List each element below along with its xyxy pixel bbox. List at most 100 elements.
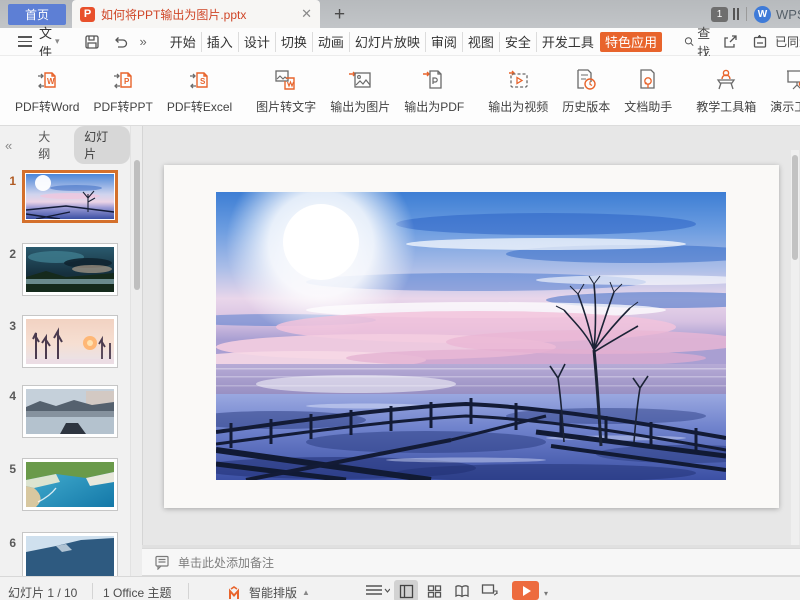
image-to-text-button[interactable]: 图片转文字 [249, 60, 323, 122]
teaching-toolbox-icon [713, 67, 739, 93]
history-version-button[interactable]: 历史版本 [555, 60, 617, 122]
notes-toggle-button[interactable] [364, 582, 390, 600]
pdf-to-word-button[interactable]: W PDF转Word [8, 60, 86, 122]
slideshow-setup-button[interactable] [477, 580, 501, 600]
export-as-image-button[interactable]: 输出为图片 [323, 60, 397, 122]
tab-security[interactable]: 安全 [499, 32, 536, 52]
close-tab-icon[interactable]: ✕ [301, 6, 312, 22]
pdf-to-excel-label: PDF转Excel [167, 98, 232, 115]
slide-thumbnail-2[interactable] [22, 243, 118, 296]
history-version-icon [573, 67, 599, 93]
share-icon[interactable] [722, 34, 738, 50]
tab-transition[interactable]: 切换 [275, 32, 312, 52]
slide-panel: « 大纲 幻灯片 1 [0, 126, 130, 576]
wps-account-icon[interactable]: W [754, 6, 771, 23]
home-tab[interactable]: 首页 [8, 4, 66, 25]
statusbar: 幻灯片 1 / 10 1 Office 主题 智能排版 ▲ ▾ [0, 576, 800, 600]
search-icon [684, 34, 694, 49]
tab-design[interactable]: 设计 [238, 32, 275, 52]
normal-view-button[interactable] [394, 580, 418, 600]
sync-status[interactable]: 已同步 [775, 33, 800, 50]
new-note-icon[interactable] [752, 34, 768, 50]
slide-number: 6 [0, 536, 16, 550]
tab-start[interactable]: 开始 [165, 32, 201, 52]
tab-review[interactable]: 审阅 [425, 32, 462, 52]
winter-lake-image [216, 192, 726, 480]
tab-count-badge[interactable]: 1 [711, 7, 728, 22]
slide-sorter-view-button[interactable] [422, 580, 446, 600]
tab-developer[interactable]: 开发工具 [536, 32, 599, 52]
smart-layout-label: 智能排版 [249, 584, 297, 600]
tab-slides[interactable]: 幻灯片 [74, 126, 130, 164]
export-as-video-button[interactable]: 输出为视频 [481, 60, 555, 122]
divider [92, 583, 93, 599]
tab-animation[interactable]: 动画 [312, 32, 349, 52]
divider [746, 7, 747, 21]
document-tab[interactable]: P 如何将PPT输出为图片.pptx ✕ [72, 0, 320, 28]
ribbon-tabs: 开始 插入 设计 切换 动画 幻灯片放映 审阅 视图 安全 开发工具 特色应用 [165, 28, 662, 56]
document-tab-title: 如何将PPT输出为图片.pptx [101, 6, 295, 23]
pdf-to-ppt-button[interactable]: P PDF转PPT [86, 60, 159, 122]
thumbnail-image-coast [26, 462, 114, 507]
collapse-panel-icon[interactable]: « [5, 138, 12, 153]
tab-view[interactable]: 视图 [462, 32, 499, 52]
svg-text:S: S [200, 77, 206, 86]
document-assistant-button[interactable]: 文档助手 [617, 60, 679, 122]
chevron-down-icon[interactable]: ▾ [55, 36, 60, 47]
canvas-scrollbar[interactable] [791, 150, 799, 545]
sidebar-scrollbar[interactable] [130, 126, 142, 576]
smart-layout-button[interactable]: 智能排版 ▲ [228, 584, 310, 600]
notes-bar[interactable]: 单击此处添加备注 [142, 548, 800, 576]
slide-thumbnail-1[interactable] [22, 170, 118, 223]
editing-canvas [142, 126, 800, 545]
teaching-toolbox-button[interactable]: 教学工具箱 [689, 60, 763, 122]
slide-number: 1 [0, 174, 16, 188]
file-menu[interactable]: 文件 [39, 23, 52, 61]
play-icon [523, 586, 531, 596]
more-commands-icon[interactable]: » [140, 34, 147, 49]
pdf-to-word-icon: W [34, 67, 60, 93]
hamburger-menu-icon[interactable] [18, 36, 32, 47]
tab-slideshow[interactable]: 幻灯片放映 [349, 32, 425, 52]
scrollbar-thumb[interactable] [792, 155, 798, 260]
slide-thumbnail-5[interactable] [22, 458, 118, 511]
notes-icon [154, 554, 170, 570]
tab-insert[interactable]: 插入 [201, 32, 238, 52]
slide-thumbnail-4[interactable] [22, 385, 118, 438]
play-slideshow-button[interactable] [512, 581, 539, 600]
reading-view-button[interactable] [450, 580, 474, 600]
export-as-video-label: 输出为视频 [488, 98, 548, 115]
slide-thumbnail-3[interactable] [22, 315, 118, 368]
undo-icon[interactable] [112, 34, 128, 50]
presentation-tools-icon [784, 67, 800, 93]
find-button[interactable]: 查找 [684, 23, 715, 61]
menubar: 文件 ▾ » 开始 插入 设计 切换 动画 幻灯片放映 审阅 视图 安全 开发工… [0, 28, 800, 56]
pdf-to-word-label: PDF转Word [15, 98, 79, 115]
image-to-text-icon [273, 67, 299, 93]
scrollbar-thumb[interactable] [134, 160, 140, 290]
thumbnail-image-storm [26, 247, 114, 292]
thumbnail-image-frost [26, 319, 114, 364]
tab-special-features[interactable]: 特色应用 [600, 32, 662, 52]
pdf-to-excel-icon: S [186, 67, 212, 93]
slide-number: 2 [0, 247, 16, 261]
smart-layout-icon [228, 586, 244, 600]
slide-1-canvas[interactable] [164, 165, 779, 508]
image-to-text-label: 图片转文字 [256, 98, 316, 115]
tab-outline[interactable]: 大纲 [38, 128, 62, 162]
new-tab-button[interactable]: + [334, 5, 345, 24]
export-as-pdf-button[interactable]: 输出为PDF [397, 60, 471, 122]
svg-text:P: P [124, 77, 130, 86]
theme-name[interactable]: 1 Office 主题 [103, 584, 171, 600]
divider [188, 583, 189, 599]
chevron-down-icon[interactable]: ▾ [544, 589, 548, 598]
thumbnail-image-lake [26, 389, 114, 434]
window-list-icon[interactable] [733, 8, 739, 20]
presentation-tools-label: 演示工具 [770, 98, 800, 115]
save-icon[interactable] [84, 34, 100, 50]
slide-number: 4 [0, 389, 16, 403]
slide-photo-winter-lake[interactable] [216, 192, 726, 480]
notes-placeholder: 单击此处添加备注 [178, 554, 274, 571]
pdf-to-excel-button[interactable]: S PDF转Excel [160, 60, 239, 122]
presentation-tools-button[interactable]: 演示工具 ▾ [763, 60, 800, 122]
